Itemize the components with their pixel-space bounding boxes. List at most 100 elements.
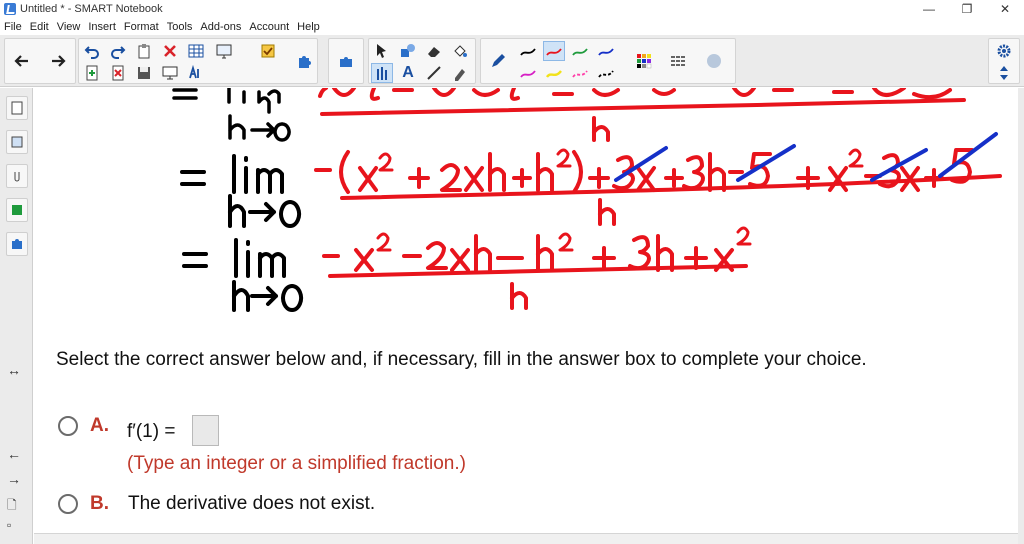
pens-icon — [377, 67, 387, 80]
minimize-button[interactable]: — — [910, 0, 948, 18]
menu-edit[interactable]: Edit — [26, 21, 53, 33]
shapes-tool-button[interactable] — [397, 41, 419, 61]
red-expression-cut — [318, 88, 952, 101]
option-a-text: f′(1) = — [127, 421, 176, 442]
undo-icon — [84, 46, 99, 59]
line-style-button[interactable] — [667, 51, 689, 71]
sidebar-next-button[interactable]: → — [7, 471, 21, 487]
activity-builder-button[interactable] — [257, 41, 279, 61]
text-tool-label: A — [402, 64, 414, 81]
checkbox-icon — [261, 44, 275, 58]
denominator-h-2 — [598, 198, 616, 226]
menu-add-ons[interactable]: Add-ons — [196, 21, 245, 33]
line-tool-button[interactable] — [423, 63, 445, 83]
paste-button[interactable] — [133, 41, 155, 61]
measurement-tools-button[interactable] — [335, 51, 357, 71]
add-ons-button[interactable] — [293, 51, 315, 71]
menu-format[interactable]: Format — [120, 21, 163, 33]
option-a-radio[interactable] — [58, 416, 78, 436]
answer-box[interactable] — [192, 415, 219, 446]
menu-insert[interactable]: Insert — [84, 21, 120, 33]
save-disk-icon — [138, 67, 150, 79]
puzzle-tools-icon — [340, 57, 352, 67]
transparency-button[interactable] — [703, 51, 725, 71]
up-down-arrows-icon — [1000, 66, 1008, 80]
option-b-letter: B. — [90, 493, 109, 514]
screen-icon — [162, 66, 178, 80]
new-page-button[interactable] — [81, 63, 103, 83]
screen-capture-button[interactable] — [213, 41, 235, 61]
magic-pen-button[interactable] — [449, 63, 471, 83]
window-controls: — ❐ ✕ — [910, 0, 1024, 18]
previous-page-button[interactable] — [11, 51, 33, 71]
h-to-0-3 — [232, 280, 304, 312]
pen-green-button[interactable] — [569, 41, 591, 61]
menu-account[interactable]: Account — [245, 21, 293, 33]
pen-settings-button[interactable] — [487, 51, 509, 71]
properties-tab[interactable] — [6, 198, 28, 222]
arrow-left-small-icon: ← — [7, 446, 21, 462]
line-icon — [427, 66, 441, 80]
text-recognition-button[interactable] — [185, 63, 207, 83]
pen-pink-dashed-button[interactable] — [569, 63, 591, 83]
puzzle-icon — [299, 56, 311, 68]
color-palette-button[interactable] — [633, 51, 655, 71]
undo-button[interactable] — [81, 41, 103, 61]
customize-toolbar-button[interactable] — [993, 41, 1015, 61]
pencil-icon — [492, 54, 505, 67]
resize-sidebar-handle[interactable]: ↔ — [7, 362, 21, 378]
sidebar-attach-button[interactable]: 🗋 — [7, 496, 17, 517]
toolbar-settings-group — [988, 38, 1020, 84]
close-button[interactable]: ✕ — [986, 0, 1024, 18]
add-ons-tab[interactable] — [6, 232, 28, 256]
pen-black-button[interactable] — [517, 41, 539, 61]
delete-x-icon — [164, 45, 176, 57]
toolbar-position-button[interactable] — [993, 63, 1015, 83]
menu-tools[interactable]: Tools — [163, 21, 197, 33]
text-tool-button[interactable]: A — [397, 63, 419, 83]
pen-magenta-button[interactable] — [517, 63, 539, 83]
clipboard-icon — [138, 44, 150, 59]
insert-table-button[interactable] — [185, 41, 207, 61]
notebook-canvas[interactable]: Select the correct answer below and, if … — [34, 88, 1018, 544]
eraser-tool-button[interactable] — [423, 41, 445, 61]
yellow-stroke-icon — [546, 70, 562, 78]
save-button[interactable] — [133, 63, 155, 83]
select-tool-button[interactable] — [371, 41, 393, 61]
delete-page-button[interactable] — [107, 63, 129, 83]
eraser-icon — [428, 47, 440, 57]
pen-black-dashed-button[interactable] — [595, 63, 617, 83]
shapes-icon — [401, 44, 415, 57]
cloud-icon — [707, 54, 721, 68]
main-toolbar: A — [0, 35, 1024, 87]
fill-tool-button[interactable] — [449, 41, 471, 61]
option-a-hint: (Type an integer or a simplified fractio… — [127, 453, 466, 474]
pens-tool-button[interactable] — [371, 63, 393, 83]
menu-help[interactable]: Help — [293, 21, 324, 33]
attachments-tab[interactable] — [6, 164, 28, 188]
menu-view[interactable]: View — [53, 21, 85, 33]
option-b-radio[interactable] — [58, 494, 78, 514]
horizontal-scrollbar[interactable] — [34, 533, 1018, 544]
gallery-icon — [11, 136, 23, 148]
delete-button[interactable] — [159, 41, 181, 61]
sidebar-clear-button[interactable]: ▫ — [7, 518, 11, 532]
menu-file[interactable]: File — [0, 21, 26, 33]
fraction-bar-1 — [320, 98, 966, 116]
double-arrow-icon: ↔ — [7, 362, 21, 378]
pen-blue-button[interactable] — [595, 41, 617, 61]
edit-group — [78, 38, 318, 84]
pen-red-button[interactable] — [543, 41, 565, 61]
gallery-tab[interactable] — [6, 130, 28, 154]
restore-button[interactable]: ❐ — [948, 0, 986, 18]
equals-sign-2 — [180, 170, 206, 186]
redo-button[interactable] — [107, 41, 129, 61]
lim-cut — [227, 88, 281, 114]
magenta-stroke-icon — [520, 70, 536, 78]
pen-yellow-button[interactable] — [543, 63, 565, 83]
next-page-button[interactable] — [47, 51, 69, 71]
page-sorter-tab[interactable] — [6, 96, 28, 120]
full-screen-button[interactable] — [159, 63, 181, 83]
sidebar-prev-button[interactable]: ← — [7, 446, 21, 462]
h-to-0-2 — [228, 194, 302, 228]
